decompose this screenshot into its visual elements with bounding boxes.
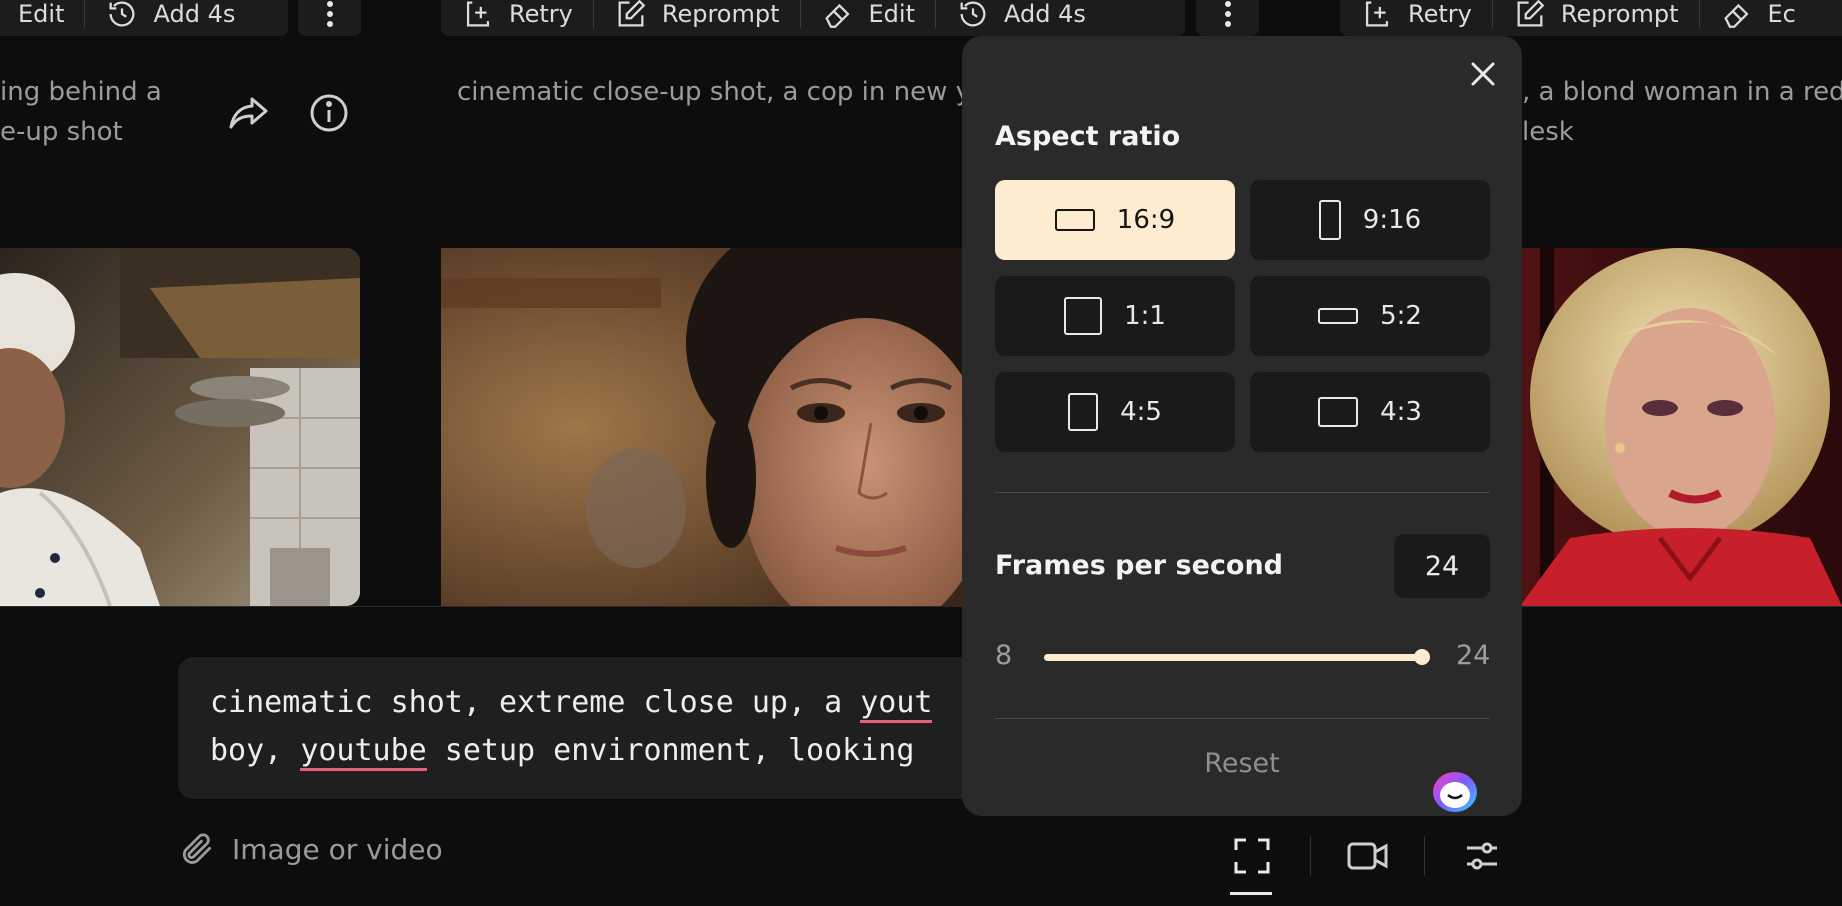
card1-edit-label: Edit <box>18 0 65 28</box>
card1-more-button[interactable] <box>298 0 361 36</box>
history-icon <box>960 1 986 27</box>
eraser-icon <box>824 3 850 28</box>
portrait-ratio-icon <box>1318 200 1341 240</box>
card2-caption: cinematic close-up shot, a cop in new yo <box>457 72 977 112</box>
assistant-avatar-icon[interactable] <box>1430 770 1480 814</box>
aspect-ratio-9-16-button[interactable]: 9:16 <box>1250 180 1490 260</box>
active-indicator <box>1230 892 1272 895</box>
card2-toolbar: Retry Reprompt Edit Add 4s <box>441 0 1185 36</box>
fps-slider[interactable] <box>1044 649 1430 665</box>
divider <box>995 718 1490 719</box>
card3-reprompt-label: Reprompt <box>1560 0 1679 28</box>
aspect-ratio-label: 5:2 <box>1380 301 1422 331</box>
aspect-ratio-label: 4:5 <box>1120 397 1162 427</box>
landscape-ratio-icon <box>1318 397 1359 427</box>
paperclip-icon <box>182 833 212 864</box>
prompt-line-1: cinematic shot, extreme close up, a yout <box>210 685 933 723</box>
fps-value-input[interactable]: 24 <box>1394 534 1490 598</box>
card1-toolbar: Edit Add 4s <box>0 0 288 36</box>
more-vertical-icon <box>1224 1 1231 27</box>
share-icon[interactable] <box>228 95 270 131</box>
card3-toolbar: Retry Reprompt Ec <box>1340 0 1842 36</box>
card1-caption-line2: e-up shot <box>0 117 123 147</box>
card3-edit-label: Ec <box>1767 0 1796 28</box>
reprompt-icon <box>618 0 646 27</box>
card3-reprompt-button[interactable]: Reprompt <box>1493 0 1699 36</box>
fps-slider-handle[interactable] <box>1414 649 1430 665</box>
aspect-ratio-tool-button[interactable] <box>1230 836 1276 896</box>
card1-thumbnail[interactable] <box>0 248 360 606</box>
prompt-text: boy, <box>210 733 301 768</box>
aspect-ratio-label: 16:9 <box>1116 205 1176 235</box>
divider <box>1310 836 1311 876</box>
wide-ratio-icon <box>1318 308 1359 324</box>
card2-add-label: Add 4s <box>1003 0 1086 28</box>
fps-title: Frames per second <box>995 550 1284 581</box>
card1-caption: ing behind a e-up shot <box>0 72 170 152</box>
prompt-misspelled-word[interactable]: youtube <box>300 733 427 771</box>
card1-add-button[interactable]: Add 4s <box>85 0 255 36</box>
info-icon[interactable] <box>309 93 349 133</box>
card3-retry-label: Retry <box>1408 0 1472 28</box>
aspect-ratio-label: 9:16 <box>1362 205 1422 235</box>
fps-slider-max: 24 <box>1456 640 1491 671</box>
thumbnail-row-divider <box>0 606 1842 607</box>
chef-kitchen-image <box>0 248 360 606</box>
card3-edit-button[interactable]: Ec <box>1700 0 1816 36</box>
eraser-icon <box>1723 3 1749 28</box>
close-icon[interactable] <box>1467 58 1499 90</box>
card2-edit-button[interactable]: Edit <box>801 0 935 36</box>
prompt-text: cinematic shot, extreme close up, a <box>210 685 861 720</box>
card3-caption-line1: , a blond woman in a red c <box>1522 77 1842 107</box>
settings-sliders-icon[interactable] <box>1464 838 1500 874</box>
card2-more-button[interactable] <box>1196 0 1259 36</box>
prompt-text: setup environment, looking <box>426 733 933 768</box>
card2-add-button[interactable]: Add 4s <box>936 0 1106 36</box>
aspect-ratio-16-9-button[interactable]: 16:9 <box>995 180 1235 260</box>
aspect-ratio-4-3-button[interactable]: 4:3 <box>1250 372 1490 452</box>
prompt-line-2: boy, youtube setup environment, looking <box>210 733 933 771</box>
settings-popover: Aspect ratio 16:9 9:16 1:1 5:2 4:5 4:3 F… <box>962 36 1522 816</box>
divider <box>995 492 1490 493</box>
card2-thumbnail[interactable] <box>441 248 981 606</box>
square-ratio-icon <box>1064 297 1103 335</box>
aspect-ratio-label: 1:1 <box>1124 301 1166 331</box>
video-camera-icon[interactable] <box>1346 838 1390 874</box>
attach-media-label: Image or video <box>232 832 443 866</box>
retry-icon <box>1365 1 1389 27</box>
card3-caption-line2: lesk <box>1522 117 1574 147</box>
aspect-ratio-4-5-button[interactable]: 4:5 <box>995 372 1235 452</box>
landscape-ratio-icon <box>1054 209 1095 231</box>
divider <box>1424 836 1425 876</box>
card2-retry-button[interactable]: Retry <box>441 0 593 36</box>
card1-add-label: Add 4s <box>153 0 236 28</box>
portrait-ratio-icon <box>1068 393 1099 431</box>
attach-media-button[interactable]: Image or video <box>178 830 443 868</box>
card2-edit-label: Edit <box>868 0 915 28</box>
prompt-misspelled-word[interactable]: yout <box>860 685 933 723</box>
reprompt-icon <box>1517 0 1545 27</box>
more-vertical-icon <box>326 1 333 27</box>
aspect-ratio-label: 4:3 <box>1380 397 1422 427</box>
blond-woman-image <box>1480 248 1842 606</box>
fps-slider-min: 8 <box>995 640 1013 671</box>
card2-retry-label: Retry <box>509 0 573 28</box>
card3-retry-button[interactable]: Retry <box>1340 0 1492 36</box>
history-icon <box>110 1 135 27</box>
card2-caption-line1: cinematic close-up shot, a cop in new yo <box>457 77 977 107</box>
retry-icon <box>466 1 490 27</box>
frame-icon <box>1234 838 1270 874</box>
card1-caption-line1: ing behind a <box>0 77 162 107</box>
aspect-ratio-title: Aspect ratio <box>995 121 1181 152</box>
woman-portrait-image <box>441 248 981 606</box>
aspect-ratio-5-2-button[interactable]: 5:2 <box>1250 276 1490 356</box>
card2-reprompt-button[interactable]: Reprompt <box>594 0 800 36</box>
card3-caption: , a blond woman in a red c lesk <box>1522 72 1842 152</box>
fps-slider-fill <box>1044 654 1422 661</box>
aspect-ratio-1-1-button[interactable]: 1:1 <box>995 276 1235 356</box>
card3-thumbnail[interactable] <box>1480 248 1842 606</box>
card2-reprompt-label: Reprompt <box>661 0 780 28</box>
card1-edit-button[interactable]: Edit <box>0 0 84 36</box>
